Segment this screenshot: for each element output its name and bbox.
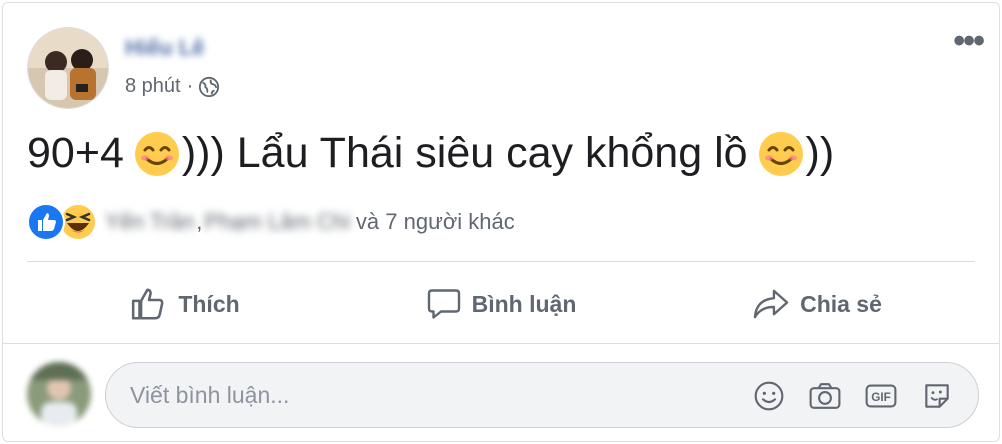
reaction-icons: [27, 203, 97, 241]
thumbs-up-icon: [132, 288, 164, 320]
like-button[interactable]: Thích: [27, 273, 343, 335]
post-text-part1: 90+4: [27, 129, 124, 177]
post-text-part2: ))) Lẩu Thái siêu cay khổng lồ: [181, 129, 748, 177]
share-label: Chia sẻ: [800, 290, 882, 317]
divider: [27, 261, 975, 262]
meta-separator: ·: [186, 75, 194, 97]
comment-tools: GIF: [730, 379, 954, 413]
reactor-name-1[interactable]: Yến Trần: [105, 209, 194, 235]
more-options-icon[interactable]: •••: [953, 24, 985, 58]
comment-label: Bình luận: [471, 290, 577, 317]
sticker-icon[interactable]: [920, 379, 954, 413]
speech-bubble-icon: [427, 289, 460, 319]
reactor-others[interactable]: và 7 người khác: [356, 209, 515, 235]
post-actions: Thích Bình luận Chia sẻ: [27, 273, 975, 335]
comment-input[interactable]: [130, 363, 690, 427]
reactor-name-2[interactable]: Phạm Lâm Chi: [204, 209, 350, 235]
post-meta: 8 phút ·: [125, 75, 220, 98]
share-button[interactable]: Chia sẻ: [659, 273, 975, 335]
post-card: Hiếu Lê 8 phút · ••• 90+4 ))) Lẩu Thái s…: [2, 2, 1000, 442]
current-user-avatar[interactable]: [27, 362, 91, 426]
reactions-summary[interactable]: Yến Trần , Phạm Lâm Chi và 7 người khác: [27, 203, 515, 241]
gif-icon[interactable]: GIF: [864, 379, 898, 413]
post-text-part3: )): [805, 129, 835, 177]
svg-text:GIF: GIF: [871, 391, 891, 404]
globe-icon[interactable]: [198, 76, 220, 98]
smiling-face-icon: [758, 131, 803, 176]
camera-icon[interactable]: [808, 379, 842, 413]
author-name[interactable]: Hiếu Lê: [125, 35, 204, 61]
comment-box: GIF: [105, 362, 979, 428]
emoji-icon[interactable]: [752, 379, 786, 413]
smiling-face-icon: [134, 131, 179, 176]
reactor-separator: ,: [196, 209, 203, 234]
post-timestamp[interactable]: 8 phút: [125, 75, 181, 98]
share-arrow-icon: [753, 289, 789, 319]
like-reaction-icon: [27, 203, 65, 241]
like-label: Thích: [178, 290, 240, 317]
comment-button[interactable]: Bình luận: [343, 273, 659, 335]
author-avatar[interactable]: [27, 27, 109, 109]
post-text: 90+4 ))) Lẩu Thái siêu cay khổng lồ )): [27, 129, 834, 178]
comment-composer: GIF: [3, 343, 999, 441]
